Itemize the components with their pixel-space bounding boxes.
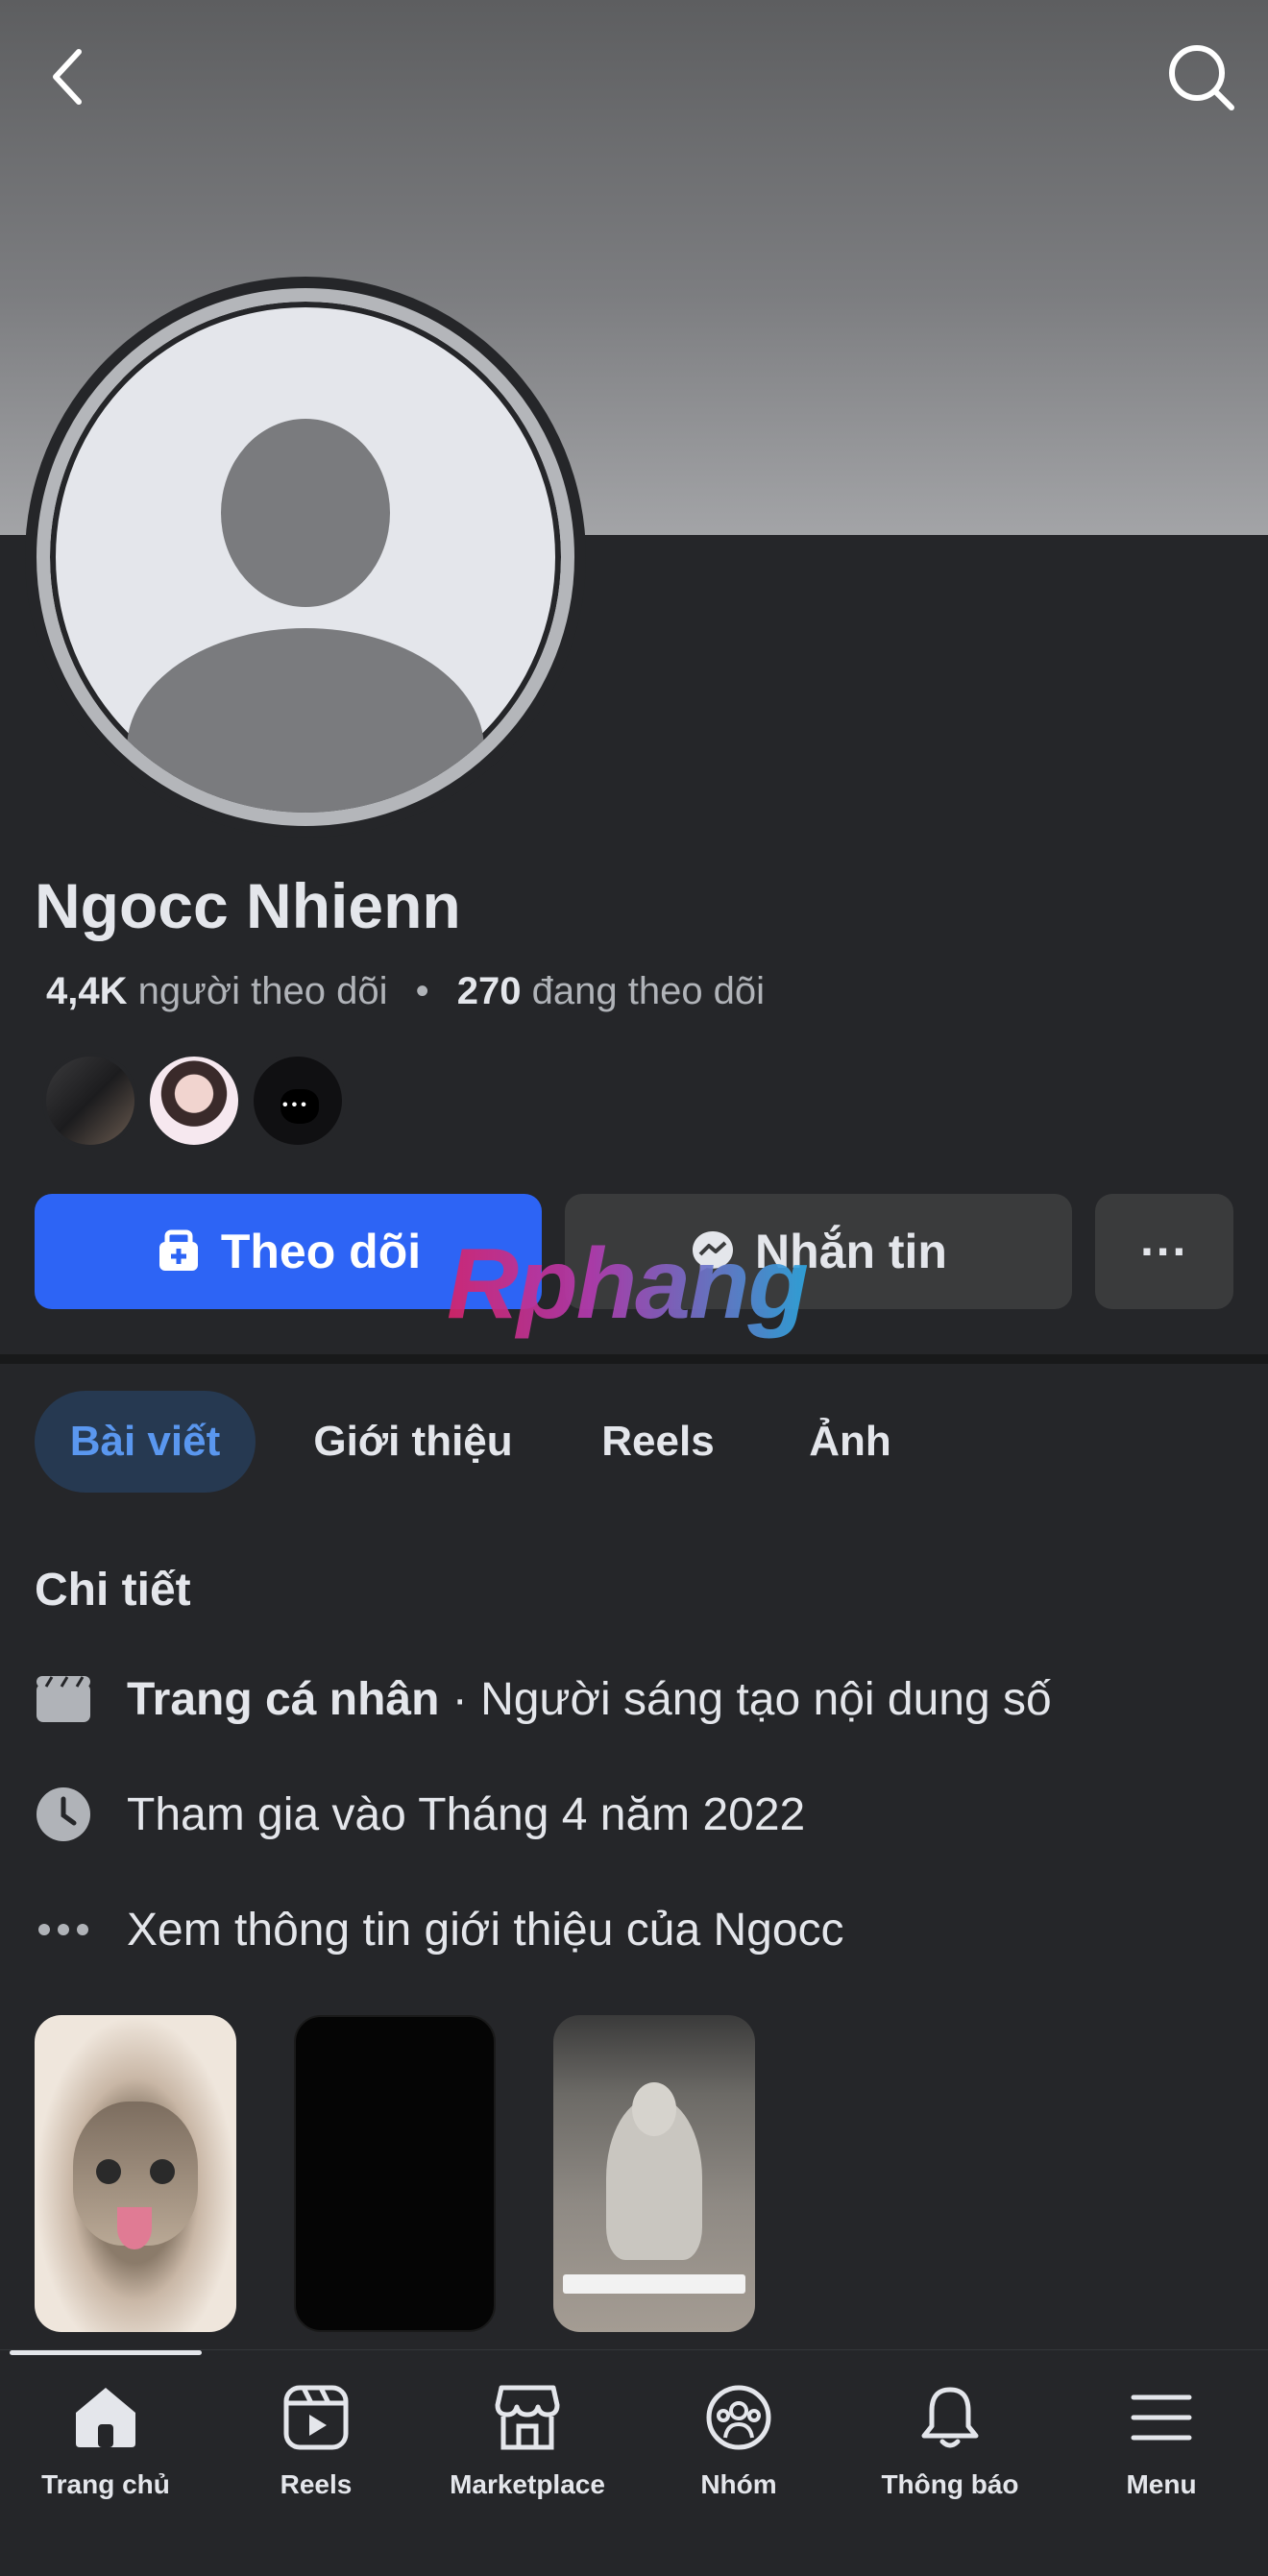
bottom-navigation: Trang chủ Reels Marketplace Nhóm Thông b…: [0, 2349, 1268, 2576]
tab-photos[interactable]: Ảnh: [778, 1391, 922, 1493]
following-label[interactable]: đang theo dõi: [532, 970, 765, 1012]
default-avatar-icon: [37, 288, 574, 826]
clapperboard-icon: [35, 1670, 92, 1728]
menu-icon: [1123, 2379, 1200, 2456]
tab-reels[interactable]: Reels: [576, 1391, 740, 1493]
nav-marketplace-label: Marketplace: [450, 2469, 605, 2499]
home-icon: [67, 2379, 144, 2456]
groups-icon: [700, 2379, 777, 2456]
detail-see-more[interactable]: Xem thông tin giới thiệu của Ngocc: [35, 1896, 844, 1963]
joined-text: Tham gia vào Tháng 4 năm 2022: [127, 1788, 806, 1840]
featured-thumbnail[interactable]: [294, 2015, 496, 2332]
nav-home-label: Trang chủ: [41, 2469, 170, 2499]
nav-notifications-label: Thông báo: [881, 2469, 1019, 2499]
friend-avatar[interactable]: [146, 1053, 242, 1149]
watermark-logo: Rphang: [447, 1228, 809, 1340]
follow-stats: 4,4K người theo dõi • 270 đang theo dõi: [46, 970, 765, 1013]
reels-icon: [278, 2379, 354, 2456]
chevron-left-icon: [53, 49, 82, 105]
followers-count[interactable]: 4,4K: [46, 970, 128, 1012]
nav-menu-label: Menu: [1126, 2469, 1197, 2499]
nav-groups-label: Nhóm: [700, 2469, 777, 2499]
nav-reels[interactable]: Reels: [220, 2379, 412, 2500]
nav-marketplace[interactable]: Marketplace: [431, 2379, 623, 2500]
more-options-button[interactable]: ···: [1095, 1194, 1233, 1309]
bell-icon: [912, 2379, 988, 2456]
profile-page: Ngocc Nhienn 4,4K người theo dõi • 270 đ…: [0, 0, 1268, 2576]
clock-icon: [35, 1786, 92, 1843]
profile-name: Ngocc Nhienn: [35, 870, 461, 941]
tab-posts[interactable]: Bài viết: [35, 1391, 256, 1493]
featured-thumbnail[interactable]: [553, 2015, 755, 2332]
search-icon: [1169, 45, 1234, 110]
friend-avatar[interactable]: •••: [250, 1053, 346, 1149]
active-tab-indicator: [10, 2350, 202, 2355]
follow-button-label: Theo dõi: [220, 1225, 422, 1278]
following-count[interactable]: 270: [457, 970, 522, 1012]
search-button[interactable]: [1162, 38, 1239, 115]
see-more-text[interactable]: Xem thông tin giới thiệu của Ngocc: [127, 1904, 844, 1956]
page-type-value: · Người sáng tạo nội dung số: [439, 1673, 1052, 1725]
nav-home[interactable]: Trang chủ: [10, 2379, 202, 2500]
profile-picture[interactable]: [25, 277, 586, 838]
detail-page-type: Trang cá nhân · Người sáng tạo nội dung …: [35, 1665, 1052, 1733]
page-type-label: Trang cá nhân: [127, 1673, 440, 1725]
section-divider: [0, 1354, 1268, 1364]
details-heading: Chi tiết: [35, 1565, 191, 1616]
nav-notifications[interactable]: Thông báo: [854, 2379, 1046, 2500]
add-follow-icon: [158, 1229, 198, 1271]
tab-about[interactable]: Giới thiệu: [288, 1391, 538, 1493]
more-icon: ···: [1140, 1225, 1188, 1278]
friend-avatar[interactable]: [42, 1053, 138, 1149]
nav-menu[interactable]: Menu: [1065, 2379, 1257, 2500]
nav-groups[interactable]: Nhóm: [643, 2379, 835, 2500]
marketplace-icon: [489, 2379, 566, 2456]
nav-reels-label: Reels: [280, 2469, 353, 2499]
featured-thumbnail[interactable]: [35, 2015, 236, 2332]
back-button[interactable]: [29, 38, 106, 115]
detail-joined: Tham gia vào Tháng 4 năm 2022: [35, 1781, 805, 1848]
more-dots-icon: [35, 1901, 92, 1958]
stats-separator: •: [415, 970, 429, 1012]
followers-label[interactable]: người theo dõi: [138, 970, 388, 1012]
